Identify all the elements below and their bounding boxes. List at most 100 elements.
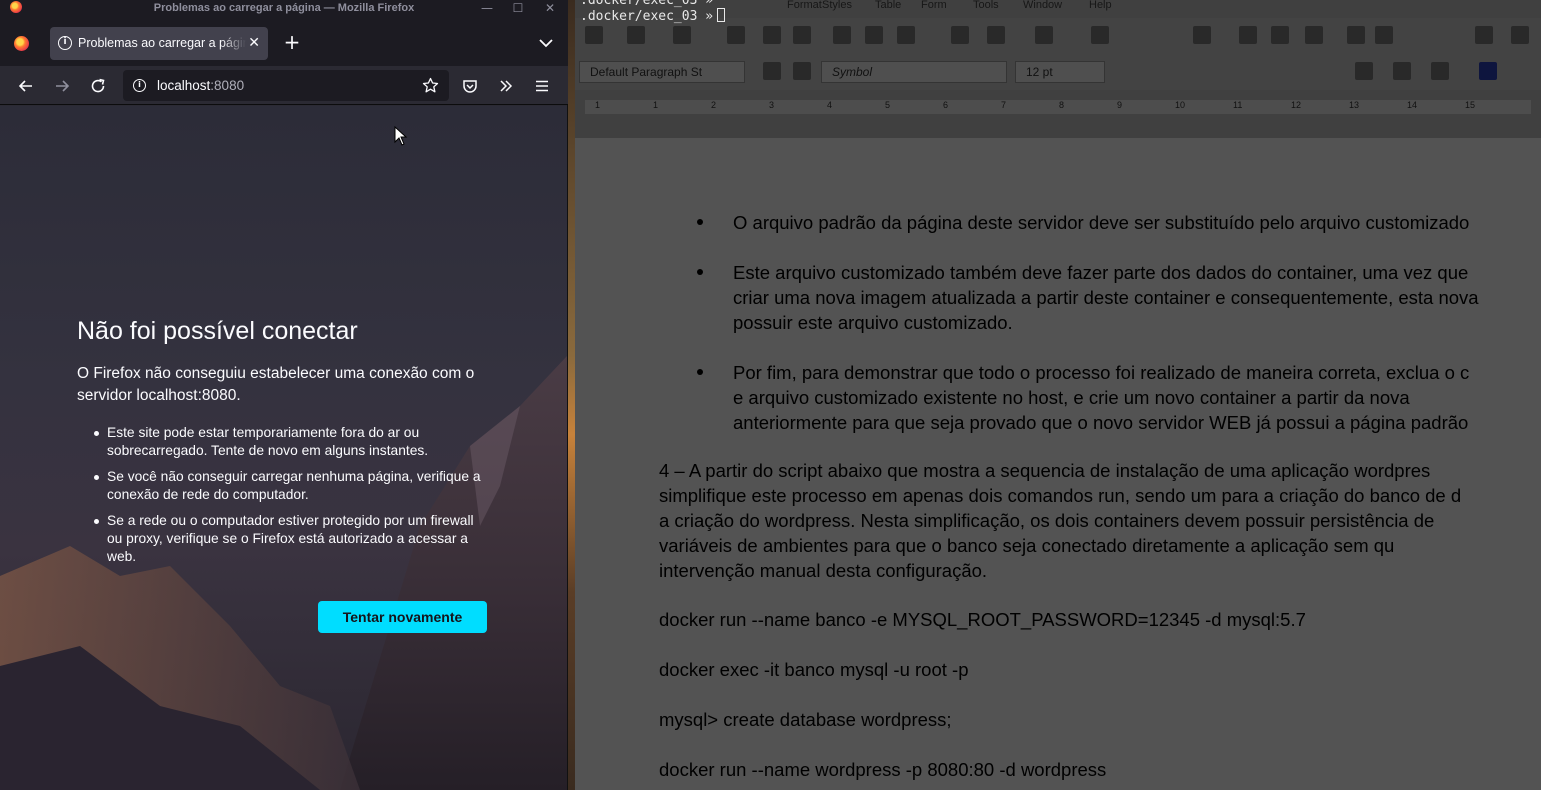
error-suggestions-list: Este site pode estar temporariamente for… <box>93 424 488 574</box>
copy-icon[interactable] <box>865 26 883 44</box>
terminal-line: .docker/exec_03 » <box>580 0 714 8</box>
bullet-text-line: anteriormente para que seja provado que … <box>733 412 1469 433</box>
close-window-icon[interactable]: ✕ <box>540 0 560 17</box>
insert-chart-icon[interactable] <box>1271 26 1289 44</box>
char-highlight-icon[interactable] <box>1431 62 1449 80</box>
bullet-marker <box>697 369 703 375</box>
footnote-icon[interactable] <box>1511 26 1529 44</box>
ruler-number: 3 <box>769 100 775 110</box>
command-line: docker exec -it banco mysql -u root -p <box>659 659 969 680</box>
ruler: 1 1 2 3 4 5 6 7 8 9 10 11 12 13 14 15 <box>575 90 1541 138</box>
save-icon[interactable] <box>673 26 691 44</box>
paragraph-line: variáveis de ambientes para que o banco … <box>659 535 1395 556</box>
pocket-icon[interactable] <box>458 74 482 98</box>
cut-icon[interactable] <box>833 26 851 44</box>
sidebar-toggle-icon[interactable] <box>1479 62 1497 80</box>
try-again-button[interactable]: Tentar novamente <box>318 601 487 633</box>
terminal-cursor <box>717 8 726 22</box>
site-info-icon[interactable]: i <box>133 79 146 92</box>
reload-icon[interactable] <box>86 74 110 98</box>
font-name-select[interactable]: Symbol <box>821 61 1007 83</box>
firefox-view-icon[interactable] <box>14 36 29 51</box>
forward-arrow-icon[interactable] <box>50 74 74 98</box>
menu-table[interactable]: Table <box>875 0 901 11</box>
error-page: Não foi possível conectar O Firefox não … <box>0 106 567 790</box>
list-item: Se você não conseguir carregar nenhuma p… <box>93 468 488 504</box>
info-icon: i <box>58 36 72 50</box>
mouse-cursor-icon <box>394 126 408 146</box>
maximize-icon[interactable]: ☐ <box>508 0 528 17</box>
chevron-down-icon[interactable] <box>536 33 556 53</box>
paragraph-line: simplifique este processo em apenas dois… <box>659 485 1462 506</box>
back-arrow-icon[interactable] <box>14 74 38 98</box>
paragraph-line: 4 – A partir do script abaixo que mostra… <box>659 460 1431 481</box>
paragraph-line: a criação do wordpress. Nesta simplifica… <box>659 510 1435 531</box>
firefox-window: Problemas ao carregar a página — Mozilla… <box>0 0 568 790</box>
redo-icon[interactable] <box>1035 26 1053 44</box>
bullet-text-line: Por fim, para demonstrar que todo o proc… <box>733 362 1470 383</box>
insert-textbox-icon[interactable] <box>1305 26 1323 44</box>
minimize-icon[interactable]: — <box>477 0 497 17</box>
tab-active[interactable]: i Problemas ao carregar a página ✕ <box>50 27 268 60</box>
bullet-text-line: possuir este arquivo customizado. <box>733 312 1013 333</box>
open-folder-icon[interactable] <box>627 26 645 44</box>
terminal-output: .docker/exec_03 » .docker/exec_03 » <box>580 0 726 24</box>
print-icon[interactable] <box>763 26 781 44</box>
font-color-icon[interactable] <box>1393 62 1411 80</box>
title-bar: Problemas ao carregar a página — Mozilla… <box>0 0 568 17</box>
insert-field-icon[interactable] <box>1375 26 1393 44</box>
terminal-prompt-line[interactable]: .docker/exec_03 » <box>580 8 726 24</box>
command-line: docker run --name banco -e MYSQL_ROOT_PA… <box>659 609 1306 630</box>
paste-icon[interactable] <box>897 26 915 44</box>
url-text[interactable]: localhost:8080 <box>157 70 244 101</box>
ruler-number: 6 <box>943 100 949 110</box>
terminal-prompt: .docker/exec_03 » <box>580 9 714 24</box>
menu-styles[interactable]: Styles <box>822 0 852 11</box>
page-break-icon[interactable] <box>1347 26 1365 44</box>
hamburger-menu-icon[interactable] <box>530 74 554 98</box>
tab-label: Problemas ao carregar a página <box>78 36 246 50</box>
new-style-icon[interactable] <box>793 62 811 80</box>
clone-formatting-icon[interactable] <box>951 26 969 44</box>
find-icon[interactable] <box>1091 26 1109 44</box>
command-line: mysql> create database wordpress; <box>659 709 952 730</box>
ruler-number: 7 <box>1001 100 1007 110</box>
menu-format[interactable]: Format <box>787 0 822 11</box>
undo-icon[interactable] <box>987 26 1005 44</box>
chevrons-right-icon[interactable] <box>494 74 518 98</box>
list-item: Se a rede ou o computador estiver proteg… <box>93 512 488 566</box>
new-tab-button[interactable]: + <box>283 31 301 55</box>
ruler-number: 1 <box>653 100 659 110</box>
ruler-number: 4 <box>827 100 833 110</box>
print-preview-icon[interactable] <box>793 26 811 44</box>
bullet-text-line: Este arquivo customizado também deve faz… <box>733 262 1469 283</box>
font-size-select[interactable]: 12 pt <box>1015 61 1105 83</box>
menu-help[interactable]: Help <box>1089 0 1112 11</box>
menu-form[interactable]: Form <box>921 0 947 11</box>
writer-formatting-toolbar: Default Paragraph St Symbol 12 pt <box>575 54 1541 90</box>
update-style-icon[interactable] <box>763 62 781 80</box>
bullet-text-line: e arquivo customizado existente no host,… <box>733 387 1410 408</box>
document-page: O arquivo padrão da página deste servido… <box>575 138 1541 790</box>
insert-image-icon[interactable] <box>1239 26 1257 44</box>
url-bar[interactable]: i localhost:8080 <box>123 70 449 101</box>
paragraph-style-select[interactable]: Default Paragraph St <box>579 61 745 83</box>
menu-window[interactable]: Window <box>1023 0 1062 11</box>
menu-tools[interactable]: Tools <box>973 0 999 11</box>
export-pdf-icon[interactable] <box>727 26 745 44</box>
writer-document-window: Format Styles Table Form Tools Window He… <box>575 0 1541 790</box>
insert-table-icon[interactable] <box>1193 26 1211 44</box>
ruler-number: 14 <box>1407 100 1418 110</box>
highlight-icon[interactable] <box>1355 62 1373 80</box>
new-document-icon[interactable] <box>585 26 603 44</box>
star-icon[interactable] <box>422 77 439 94</box>
ruler-number: 12 <box>1291 100 1302 110</box>
wallpaper-strip <box>568 0 575 790</box>
hyperlink-icon[interactable] <box>1475 26 1493 44</box>
close-tab-icon[interactable]: ✕ <box>248 27 260 60</box>
ruler-number: 5 <box>885 100 891 110</box>
bullet-marker <box>697 219 703 225</box>
ruler-number: 2 <box>711 100 717 110</box>
url-host: localhost <box>157 78 211 93</box>
url-port: :8080 <box>210 78 245 93</box>
